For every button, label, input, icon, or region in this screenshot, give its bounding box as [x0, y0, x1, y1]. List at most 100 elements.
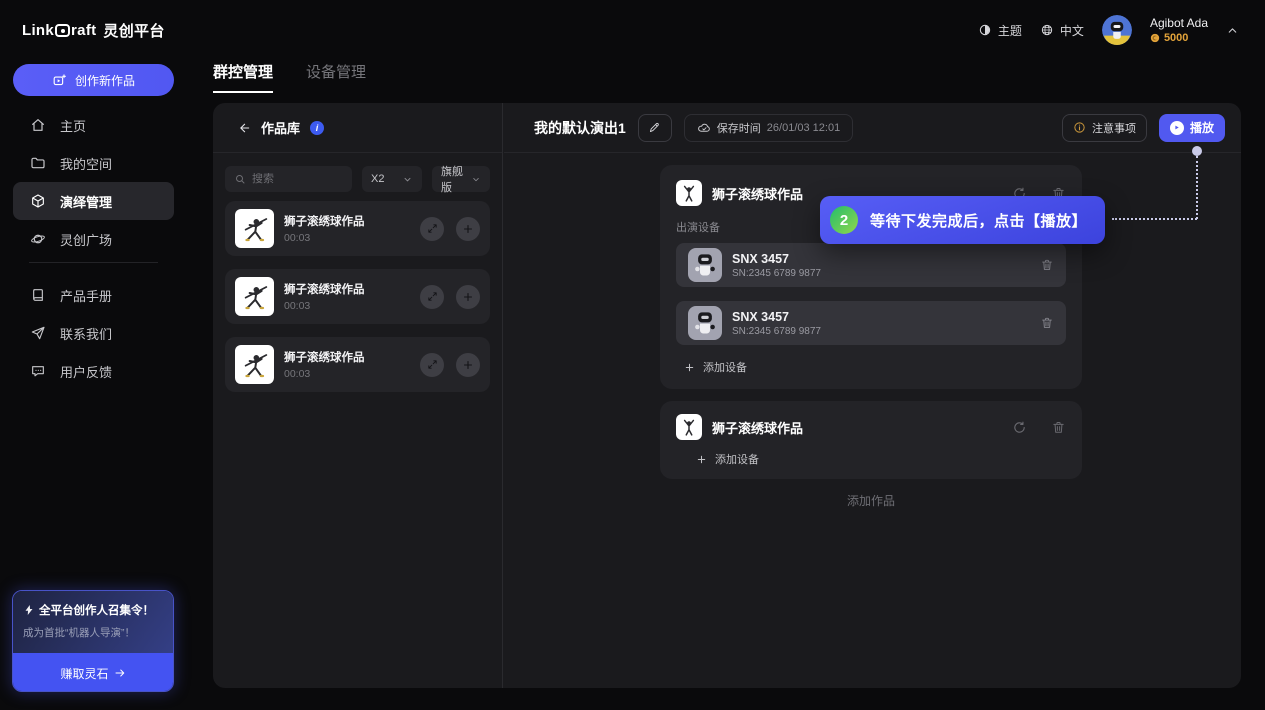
show-title: 我的默认演出1 — [534, 118, 626, 138]
guide-tooltip: 2 等待下发完成后，点击【播放】 — [820, 196, 1105, 244]
earn-gems-button[interactable]: 赚取灵石 — [13, 653, 173, 692]
sidebar-item-performance-management[interactable]: 演绎管理 — [13, 182, 174, 220]
folder-icon — [30, 155, 46, 171]
robot-pose-icon — [239, 349, 271, 381]
chevron-down-icon — [402, 174, 413, 185]
expand-icon — [427, 359, 438, 370]
save-time-chip: 保存时间 26/01/03 12:01 — [684, 114, 853, 142]
back-button[interactable] — [237, 121, 251, 135]
speed-filter-value: X2 — [371, 173, 384, 185]
robot-avatar-icon — [1102, 15, 1132, 45]
theme-toggle[interactable]: 主题 — [978, 22, 1022, 39]
sidebar-item-home[interactable]: 主页 — [13, 106, 174, 144]
sidebar-item-product-manual[interactable]: 产品手册 — [13, 276, 174, 314]
plus-icon — [684, 362, 695, 373]
remove-device-button[interactable] — [1040, 316, 1054, 330]
sidebar-item-contact-us[interactable]: 联系我们 — [13, 314, 174, 352]
work-info: 狮子滚绣球作品 00:03 — [284, 349, 410, 380]
save-time-value: 26/01/03 12:01 — [767, 122, 840, 134]
device-info: SNX 3457 SN:2345 6789 9877 — [732, 310, 821, 337]
collapse-header-button[interactable] — [1226, 24, 1239, 37]
search-icon — [234, 173, 246, 185]
device-row[interactable]: SNX 3457 SN:2345 6789 9877 — [676, 301, 1066, 345]
remove-device-button[interactable] — [1040, 258, 1054, 272]
stage-panel: 我的默认演出1 保存时间 26/01/03 12:01 注意事项 播放 — [504, 103, 1241, 688]
tab-label: 设备管理 — [306, 64, 366, 81]
play-icon — [1170, 121, 1184, 135]
play-button[interactable]: 播放 — [1159, 114, 1225, 142]
tooltip-connector-vertical — [1196, 156, 1198, 219]
work-info: 狮子滚绣球作品 00:03 — [284, 213, 410, 244]
device-row[interactable]: SNX 3457 SN:2345 6789 9877 — [676, 243, 1066, 287]
library-list: 狮子滚绣球作品 00:03 狮子滚绣球作品 00:03 — [225, 201, 490, 392]
performance-card-header: 狮子滚绣球作品 — [676, 413, 1066, 441]
work-title: 狮子滚绣球作品 — [284, 281, 410, 297]
tab-group-control[interactable]: 群控管理 — [213, 61, 273, 93]
add-device-button[interactable]: 添加设备 — [676, 359, 1066, 375]
work-title: 狮子滚绣球作品 — [712, 418, 803, 437]
speed-filter-dropdown[interactable]: X2 — [362, 166, 422, 192]
video-plus-icon — [52, 73, 67, 88]
work-thumbnail — [235, 209, 274, 248]
device-name: SNX 3457 — [732, 310, 821, 324]
plus-icon — [462, 223, 474, 235]
logo-text-post: raft — [71, 22, 96, 39]
add-work-button[interactable] — [456, 353, 480, 377]
preview-expand-button[interactable] — [420, 217, 444, 241]
delete-card-button[interactable] — [1051, 420, 1066, 435]
work-thumbnail — [676, 180, 702, 206]
version-filter-dropdown[interactable]: 旗舰版 — [432, 166, 490, 192]
work-thumbnail — [235, 345, 274, 384]
sidebar-item-label: 演绎管理 — [60, 192, 112, 211]
refresh-button[interactable] — [1012, 420, 1027, 435]
work-duration: 00:03 — [284, 300, 410, 312]
user-avatar[interactable] — [1102, 15, 1132, 45]
add-device-button[interactable]: 添加设备 — [676, 451, 1066, 467]
preview-expand-button[interactable] — [420, 353, 444, 377]
work-title: 狮子滚绣球作品 — [284, 349, 410, 365]
edit-title-button[interactable] — [638, 114, 672, 142]
earn-gems-label: 赚取灵石 — [60, 665, 108, 682]
arrow-right-icon — [114, 667, 126, 679]
logo-suffix: 灵创平台 — [103, 20, 164, 41]
robot-pose-icon — [239, 213, 271, 245]
add-work-button[interactable] — [456, 217, 480, 241]
library-controls: X2 旗舰版 — [225, 166, 490, 192]
library-item[interactable]: 狮子滚绣球作品 00:03 — [225, 269, 490, 324]
promo-title: 全平台创作人召集令！ — [39, 602, 154, 618]
library-item[interactable]: 狮子滚绣球作品 00:03 — [225, 337, 490, 392]
expand-icon — [427, 223, 438, 234]
user-info: Agibot Ada 5000 — [1150, 17, 1208, 44]
notice-button[interactable]: 注意事项 — [1062, 114, 1147, 142]
tab-device-management[interactable]: 设备管理 — [306, 61, 366, 93]
sidebar: Link raft 灵创平台 创作新作品 主页 我的空间 演绎管理 灵创广场 — [0, 0, 187, 710]
language-selector[interactable]: 中文 — [1040, 22, 1084, 39]
search-box[interactable] — [225, 166, 352, 192]
info-icon[interactable]: i — [310, 121, 324, 135]
lightning-icon — [23, 604, 35, 616]
logo-text-pre: Link — [22, 22, 54, 39]
book-icon — [30, 287, 46, 303]
add-device-label: 添加设备 — [715, 451, 759, 467]
add-work-button[interactable] — [456, 285, 480, 309]
search-input[interactable] — [252, 173, 332, 185]
trash-icon — [1040, 258, 1054, 272]
sidebar-item-feedback[interactable]: 用户反馈 — [13, 352, 174, 390]
sidebar-item-plaza[interactable]: 灵创广场 — [13, 220, 174, 258]
chevron-up-icon — [1226, 24, 1239, 37]
sidebar-item-my-space[interactable]: 我的空间 — [13, 144, 174, 182]
save-time-label: 保存时间 — [717, 120, 761, 136]
play-label: 播放 — [1190, 119, 1214, 136]
library-item[interactable]: 狮子滚绣球作品 00:03 — [225, 201, 490, 256]
add-work-button[interactable]: 添加作品 — [660, 492, 1082, 509]
work-duration: 00:03 — [284, 232, 410, 244]
robot-front-icon — [690, 308, 720, 338]
work-info: 狮子滚绣球作品 00:03 — [284, 281, 410, 312]
promo-top: 全平台创作人召集令！ 成为首批“机器人导演”！ — [13, 591, 173, 653]
send-icon — [30, 325, 46, 341]
preview-expand-button[interactable] — [420, 285, 444, 309]
create-new-work-button[interactable]: 创作新作品 — [13, 64, 174, 96]
step-badge: 2 — [830, 206, 858, 234]
plus-icon — [462, 291, 474, 303]
library-panel: 作品库 i X2 旗舰版 — [213, 103, 503, 688]
